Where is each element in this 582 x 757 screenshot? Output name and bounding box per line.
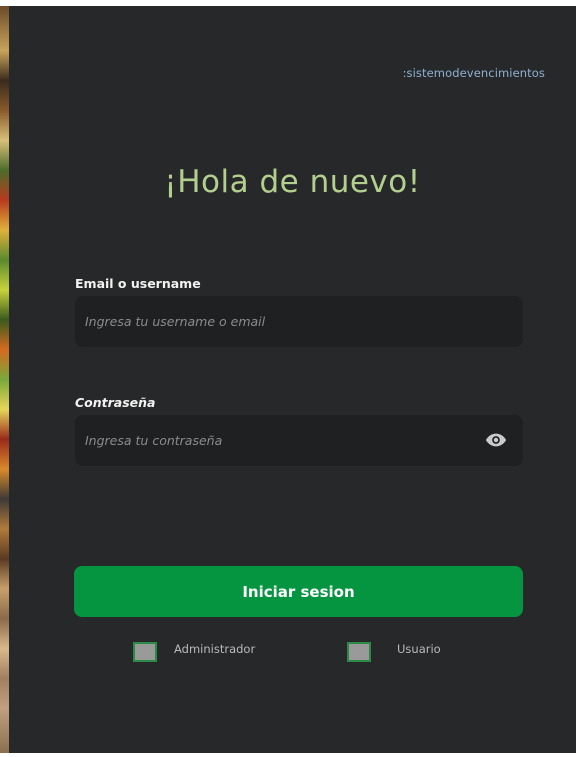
- administrador-label: Administrador: [174, 642, 256, 656]
- password-label: Contraseña: [75, 395, 156, 410]
- eye-icon[interactable]: [485, 431, 507, 449]
- login-screen: :sistemodevencimientos ¡Hola de nuevo! E…: [0, 0, 582, 757]
- brand-name: :sistemodevencimientos: [402, 66, 545, 80]
- email-label: Email o username: [75, 276, 201, 291]
- role-option-administrador[interactable]: Administrador: [133, 641, 255, 663]
- background-photo-strip: [0, 6, 9, 753]
- password-field-container: [75, 415, 523, 466]
- administrador-checkbox[interactable]: [133, 642, 157, 662]
- login-button[interactable]: Iniciar sesion: [74, 566, 523, 617]
- usuario-label: Usuario: [397, 642, 441, 656]
- login-panel: :sistemodevencimientos ¡Hola de nuevo! E…: [9, 6, 576, 753]
- role-option-usuario[interactable]: Usuario: [347, 641, 441, 663]
- page-title: ¡Hola de nuevo!: [164, 164, 421, 200]
- password-input[interactable]: [75, 415, 475, 466]
- email-input[interactable]: [75, 296, 475, 347]
- usuario-checkbox[interactable]: [347, 642, 371, 662]
- email-field-container: [75, 296, 523, 347]
